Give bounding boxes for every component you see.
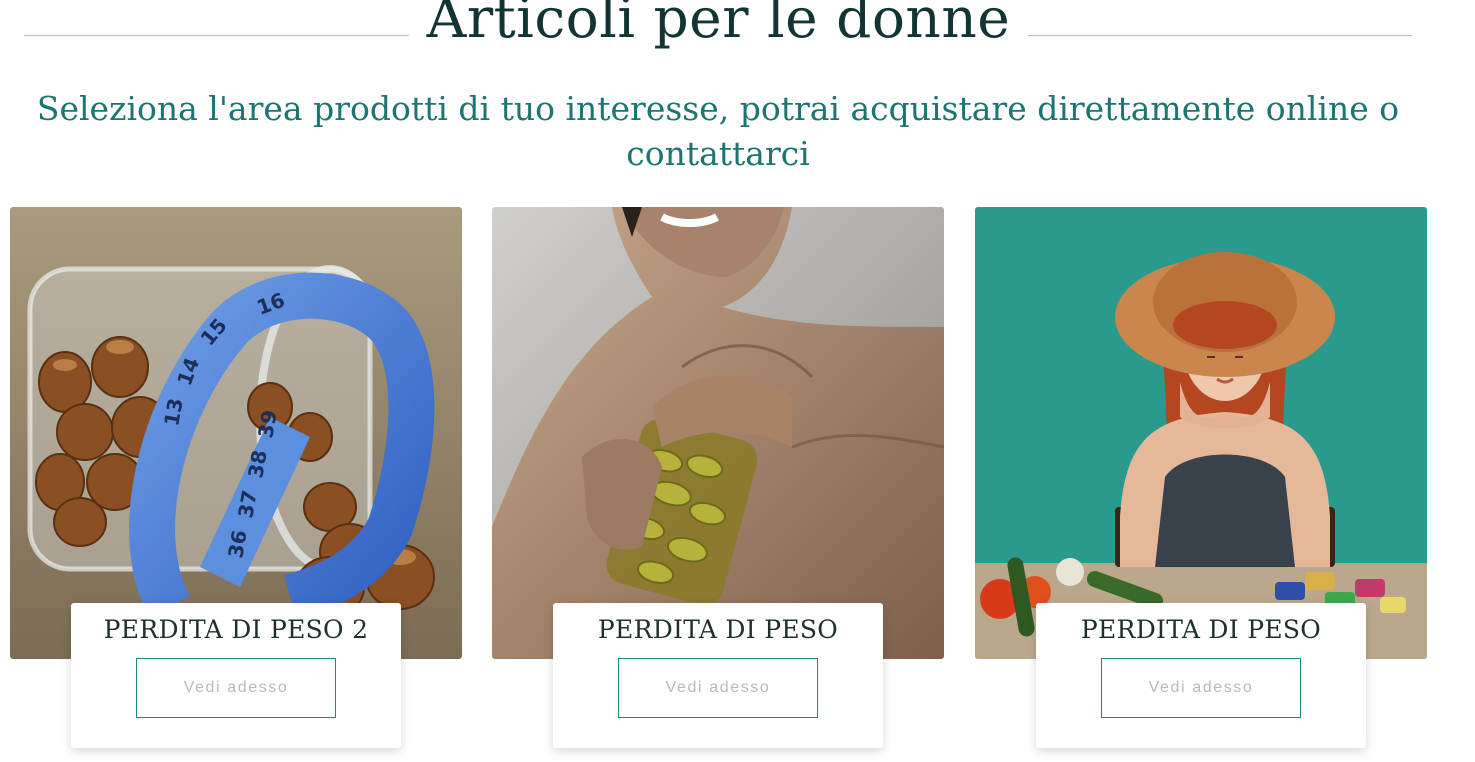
product-card-title: PERDITA DI PESO 2	[103, 615, 369, 644]
product-card-panel: PERDITA DI PESO Vedi adesso	[553, 603, 883, 748]
view-now-button[interactable]: Vedi adesso	[136, 658, 336, 718]
svg-text:37: 37	[233, 488, 261, 520]
section-heading: Articoli per le donne	[24, 0, 1412, 60]
product-card: PERDITA DI PESO Vedi adesso	[975, 207, 1427, 752]
svg-text:13: 13	[159, 396, 187, 428]
product-image-pickle-jar[interactable]	[492, 207, 944, 659]
svg-text:36: 36	[223, 528, 251, 560]
product-image-hazelnuts[interactable]: 16 15 14 13 39 38 37 36	[10, 207, 462, 659]
product-card-panel: PERDITA DI PESO Vedi adesso	[1036, 603, 1366, 748]
heading-rule-right	[1028, 35, 1412, 36]
heading-rule-left	[24, 35, 409, 36]
view-now-button[interactable]: Vedi adesso	[1101, 658, 1301, 718]
section-title: Articoli per le donne	[426, 0, 1011, 50]
product-card-panel: PERDITA DI PESO 2 Vedi adesso	[71, 603, 401, 748]
product-card: 16 15 14 13 39 38 37 36 PERDITA DI PESO …	[10, 207, 462, 752]
svg-text:39: 39	[253, 408, 281, 440]
product-card-title: PERDITA DI PESO	[597, 615, 839, 644]
product-card: PERDITA DI PESO Vedi adesso	[492, 207, 944, 752]
product-image-woman-vegetables[interactable]	[975, 207, 1427, 659]
articles-section: Articoli per le donne Seleziona l'area p…	[0, 0, 1475, 762]
product-card-title: PERDITA DI PESO	[1080, 615, 1322, 644]
svg-text:38: 38	[243, 448, 271, 480]
view-now-button[interactable]: Vedi adesso	[618, 658, 818, 718]
section-subtitle: Seleziona l'area prodotti di tuo interes…	[36, 89, 1400, 173]
